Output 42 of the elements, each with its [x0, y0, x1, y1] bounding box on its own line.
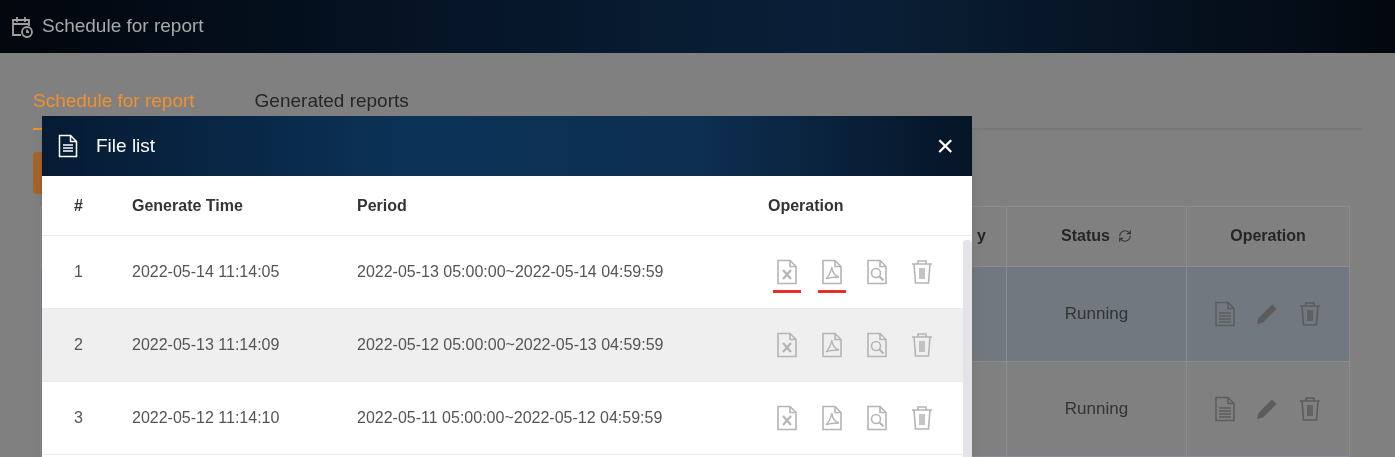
calendar-clock-icon [10, 14, 34, 39]
table-cell: 3 [74, 409, 83, 426]
trash-icon[interactable] [1298, 300, 1322, 327]
pdf-file-icon[interactable] [820, 259, 844, 285]
table-cell: 2022-05-11 05:00:00~2022-05-12 04:59:59 [357, 409, 663, 426]
close-button[interactable]: × [936, 131, 956, 161]
scrollbar[interactable] [963, 240, 972, 457]
refresh-icon[interactable] [1117, 229, 1132, 243]
column-header: y [977, 226, 986, 246]
column-header: # [74, 196, 83, 214]
table-cell: 1 [74, 263, 83, 280]
pdf-file-icon[interactable] [820, 405, 844, 431]
file-search-icon[interactable] [865, 332, 889, 358]
column-header: Status [1061, 226, 1110, 246]
table-cell: 2022-05-13 11:14:09 [132, 336, 280, 353]
pdf-file-icon[interactable] [820, 332, 844, 358]
page-title: Schedule for report [42, 14, 204, 39]
table-cell: 2022-05-14 11:14:05 [132, 263, 280, 280]
document-icon[interactable] [1214, 300, 1236, 327]
file-search-icon[interactable] [865, 259, 889, 285]
dialog-title: File list [96, 133, 156, 158]
column-header: Operation [1230, 226, 1306, 246]
trash-icon[interactable] [910, 405, 934, 431]
column-header: Generate Time [132, 196, 243, 214]
table-cell: 2022-05-13 05:00:00~2022-05-14 04:59:59 [357, 263, 664, 280]
column-header: Period [357, 196, 407, 214]
excel-file-icon[interactable] [775, 332, 799, 358]
trash-icon[interactable] [910, 332, 934, 358]
excel-file-icon[interactable] [775, 259, 799, 285]
status-text: Running [1064, 302, 1129, 325]
table-cell: 2022-05-12 11:14:10 [132, 409, 280, 426]
file-search-icon[interactable] [865, 405, 889, 431]
table-cell: 2022-05-12 05:00:00~2022-05-13 04:59:59 [357, 336, 664, 353]
column-header: Operation [768, 196, 844, 214]
trash-icon[interactable] [1298, 395, 1322, 422]
tab[interactable]: Generated reports [254, 87, 409, 130]
document-icon [58, 134, 78, 158]
excel-file-icon[interactable] [775, 405, 799, 431]
trash-icon[interactable] [910, 259, 934, 285]
status-text: Running [1064, 397, 1129, 420]
table-cell: 2 [74, 336, 83, 353]
document-icon[interactable] [1214, 395, 1236, 422]
